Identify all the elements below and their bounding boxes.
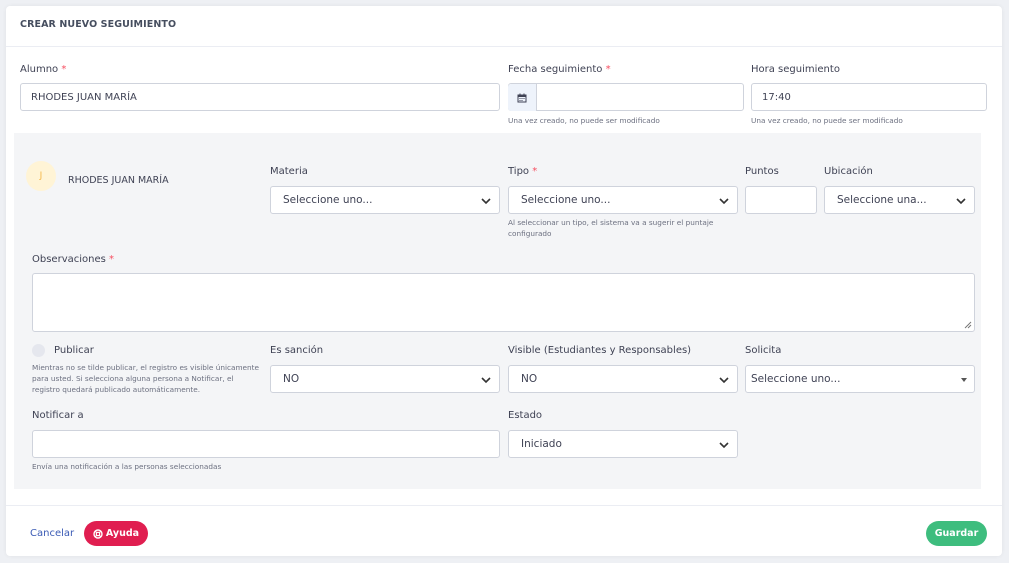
lifebuoy-icon (93, 528, 103, 539)
publicar-help: Mientras no se tilde publicar, el regist… (32, 363, 260, 394)
fecha-help: Una vez creado, no puede ser modificado (508, 116, 660, 125)
visible-select[interactable]: NO (508, 365, 738, 393)
chevron-down-icon (956, 198, 966, 205)
chevron-down-icon (719, 377, 729, 384)
fecha-label: Fecha seguimiento * (508, 64, 611, 75)
student-name: RHODES JUAN MARÍA (68, 175, 169, 186)
observaciones-label: Observaciones * (32, 254, 115, 265)
alumno-input[interactable]: RHODES JUAN MARÍA (20, 83, 500, 111)
puntos-input[interactable] (745, 186, 817, 214)
help-button[interactable]: Ayuda (84, 521, 148, 546)
solicita-select[interactable]: Seleccione uno... (745, 365, 975, 393)
hora-input[interactable]: 17:40 (751, 83, 987, 111)
tipo-select[interactable]: Seleccione uno... (508, 186, 738, 214)
alumno-label: Alumno * (20, 64, 67, 75)
cancel-button[interactable]: Cancelar (30, 528, 74, 539)
publicar-label: Publicar (54, 345, 94, 356)
hora-label: Hora seguimiento (751, 64, 840, 75)
observaciones-textarea[interactable] (32, 273, 975, 332)
solicita-label: Solicita (745, 345, 782, 356)
materia-select[interactable]: Seleccione uno... (270, 186, 500, 214)
fecha-input[interactable] (508, 83, 744, 111)
sancion-select[interactable]: NO (270, 365, 500, 393)
chevron-down-icon (719, 442, 729, 449)
estado-label: Estado (508, 410, 543, 421)
card-header: CREAR NUEVO SEGUIMIENTO (6, 6, 1002, 47)
save-button[interactable]: Guardar (926, 521, 987, 546)
avatar: J (26, 161, 56, 191)
chevron-down-icon (481, 198, 491, 205)
calendar-icon[interactable] (508, 84, 537, 111)
caret-down-icon (961, 378, 967, 382)
visible-label: Visible (Estudiantes y Responsables) (508, 345, 692, 356)
notificar-label: Notificar a (32, 410, 84, 421)
tipo-help: Al seleccionar un tipo, el sistema va a … (508, 218, 714, 238)
notificar-input[interactable] (32, 430, 500, 458)
tipo-label: Tipo * (508, 166, 538, 177)
puntos-label: Puntos (745, 166, 779, 177)
ubicacion-select[interactable]: Seleccione una... (824, 186, 975, 214)
hora-help: Una vez creado, no puede ser modificado (751, 116, 903, 125)
materia-label: Materia (270, 166, 308, 177)
chevron-down-icon (481, 377, 491, 384)
ubicacion-label: Ubicación (824, 166, 873, 177)
estado-select[interactable]: Iniciado (508, 430, 738, 458)
page-title: CREAR NUEVO SEGUIMIENTO (20, 19, 177, 30)
resize-handle-icon[interactable] (964, 321, 972, 329)
notificar-help: Envía una notificación a las personas se… (32, 462, 222, 471)
chevron-down-icon (719, 198, 729, 205)
publicar-checkbox[interactable] (32, 344, 45, 357)
sancion-label: Es sanción (270, 345, 324, 356)
card-footer (6, 505, 1002, 550)
